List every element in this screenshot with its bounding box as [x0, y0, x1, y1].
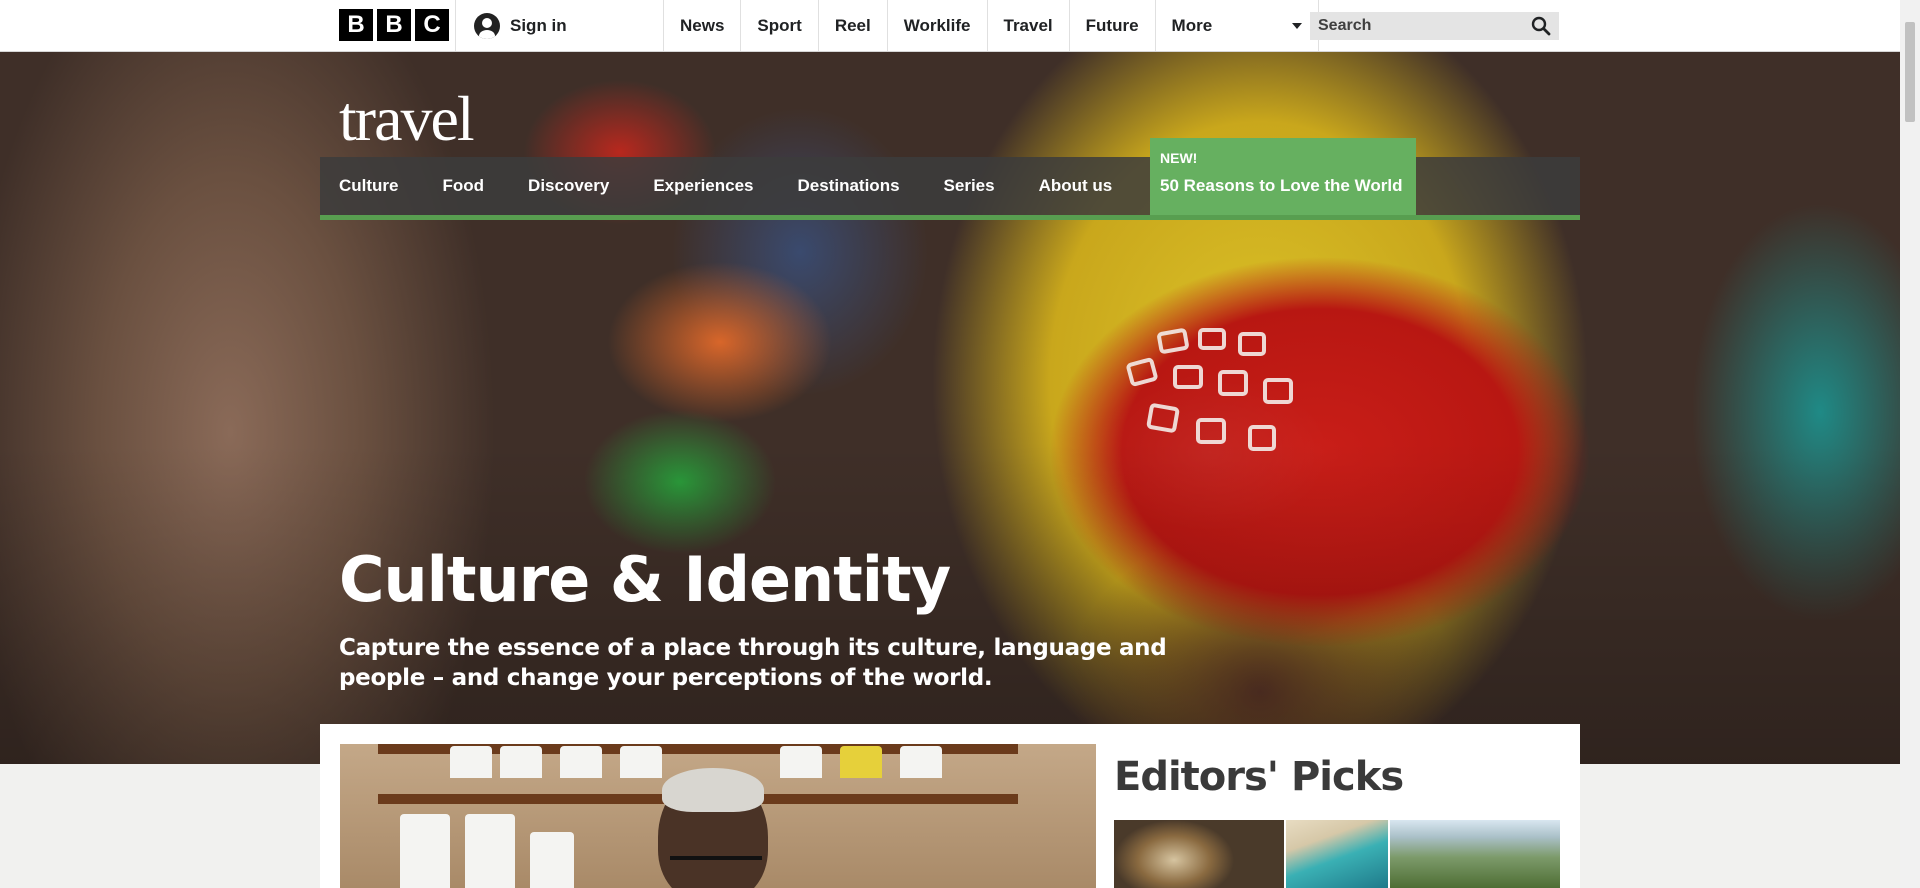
user-icon — [474, 12, 500, 39]
bbc-logo-letter: C — [415, 9, 449, 41]
jar-graphic — [465, 814, 515, 888]
promo-title: 50 Reasons to Love the World — [1160, 176, 1403, 195]
jar-graphic — [400, 814, 450, 888]
section-about-us[interactable]: About us — [1017, 157, 1135, 215]
jar-graphic — [840, 746, 882, 778]
jar-graphic — [780, 746, 822, 778]
bbc-logo-letter: B — [377, 9, 411, 41]
section-series[interactable]: Series — [922, 157, 1017, 215]
sign-in-link[interactable]: Sign in — [455, 0, 585, 51]
editors-pick-thumbnail[interactable] — [1114, 820, 1284, 888]
section-destinations[interactable]: Destinations — [776, 157, 922, 215]
main-content: Editors' Picks — [320, 724, 1580, 888]
nav-news[interactable]: News — [663, 0, 740, 51]
promo-50-reasons[interactable]: NEW! 50 Reasons to Love the World — [1150, 138, 1416, 215]
jar-graphic — [560, 746, 602, 778]
nav-travel[interactable]: Travel — [986, 0, 1069, 51]
sign-in-label: Sign in — [510, 15, 567, 35]
search-icon[interactable] — [1531, 16, 1551, 36]
jar-graphic — [900, 746, 942, 778]
scrollbar-thumb[interactable] — [1905, 22, 1915, 122]
portrait-graphic — [662, 768, 764, 812]
promo-new-badge: NEW! — [1160, 150, 1198, 166]
editors-pick-thumbnail[interactable] — [1390, 820, 1560, 888]
editors-picks-thumbnails — [1114, 820, 1560, 888]
bbc-top-nav: News Sport Reel Worklife Travel Future M… — [663, 0, 1319, 51]
nav-more-dropdown[interactable]: More — [1154, 0, 1319, 51]
nav-sport[interactable]: Sport — [740, 0, 817, 51]
bbc-logo[interactable]: B B C — [339, 9, 449, 41]
section-discovery[interactable]: Discovery — [506, 157, 631, 215]
search-input[interactable]: Search — [1310, 12, 1559, 40]
jar-graphic — [530, 832, 574, 888]
bbc-global-header: B B C Sign in News Sport Reel Worklife T… — [0, 0, 1900, 52]
nav-worklife[interactable]: Worklife — [886, 0, 987, 51]
nav-more-label: More — [1171, 15, 1213, 35]
jar-graphic — [620, 746, 662, 778]
nav-future[interactable]: Future — [1068, 0, 1155, 51]
section-culture[interactable]: Culture — [320, 157, 421, 215]
section-experiences[interactable]: Experiences — [631, 157, 775, 215]
bbc-logo-letter: B — [339, 9, 373, 41]
editors-picks-heading: Editors' Picks — [1114, 754, 1404, 800]
jar-graphic — [500, 746, 542, 778]
page-scrollbar[interactable] — [1900, 0, 1920, 888]
travel-logo[interactable]: travel — [339, 82, 475, 156]
hero-title: Culture & Identity — [339, 543, 951, 616]
featured-story-image[interactable] — [340, 744, 1096, 888]
search-placeholder: Search — [1318, 17, 1372, 34]
chevron-down-icon — [1291, 22, 1302, 29]
editors-pick-thumbnail[interactable] — [1286, 820, 1388, 888]
hero-subtitle: Capture the essence of a place through i… — [339, 635, 1167, 691]
section-food[interactable]: Food — [421, 157, 507, 215]
jar-graphic — [450, 746, 492, 778]
portrait-graphic — [670, 856, 762, 882]
nav-reel[interactable]: Reel — [817, 0, 887, 51]
